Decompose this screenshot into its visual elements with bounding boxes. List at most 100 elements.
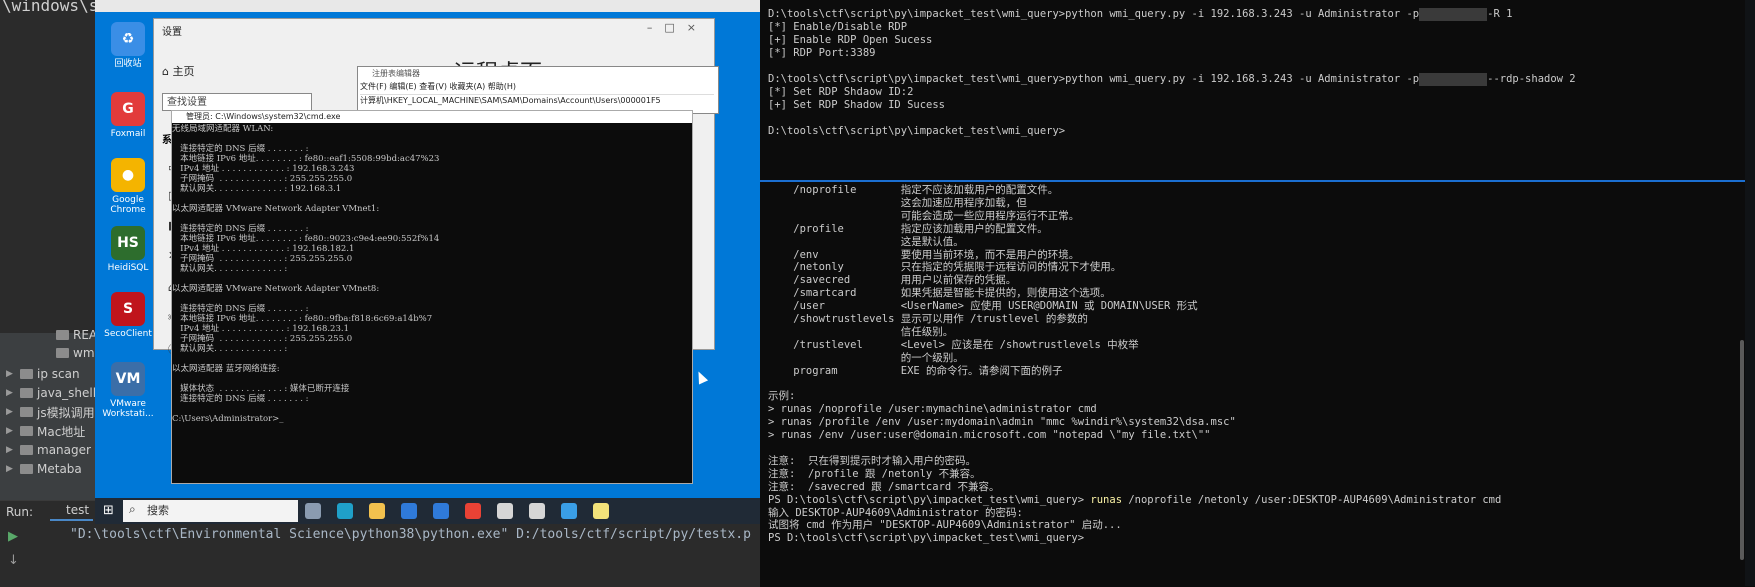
run-tab[interactable]: test [50,503,94,521]
app-icon: HS [111,226,145,260]
regedit-title: 注册表编辑器 [372,69,420,78]
rerun-icon[interactable]: ▶ [8,529,18,544]
tree-item[interactable]: ▶ js模拟调用 [6,402,95,422]
terminal-line: D:\tools\ctf\script\py\impacket_test\wmi… [768,8,1512,21]
chevron-right-icon[interactable]: ▶ [6,407,16,417]
cmd-line: 子网掩码 . . . . . . . . . . . . : 255.255.2… [172,334,353,344]
chevron-right-icon[interactable]: ▶ [6,388,16,398]
taskbar-search-input[interactable]: 搜索 [123,500,298,522]
windows-start-icon[interactable]: ⊞ [103,503,114,518]
terminal-line: 注意: /profile 跟 /netonly 不兼容。 [768,468,981,481]
settings-title: 设置 [162,27,182,38]
registry-editor-window[interactable]: 注册表编辑器 文件(F) 编辑(E) 查看(V) 收藏夹(A) 帮助(H) 计算… [357,66,719,114]
cmd-window[interactable]: 管理员: C:\Windows\system32\cmd.exe 无线局域网适配… [171,110,693,484]
tree-item-label: Metaba [37,462,82,476]
terminal-scrollbar[interactable] [1740,340,1744,560]
desktop-icon[interactable]: ♻ 回收站 [101,22,155,69]
desktop-icon[interactable]: G Foxmail [101,92,155,139]
terminal-bottom-pane[interactable]: /noprofile 指定不应该加载用户的配置文件。 这会加速应用程序加载，但 … [760,182,1745,586]
terminal-text: 注意: /profile 跟 /netonly 不兼容。 [768,467,981,480]
settings-search-input[interactable]: 查找设置 [162,93,312,111]
terminal-text: D:\tools\ctf\script\py\impacket_test\wmi… [768,125,1066,137]
cmd-line: 默认网关. . . . . . . . . . . . . : 192.168.… [172,184,342,194]
terminal-line: D:\tools\ctf\script\py\impacket_test\wmi… [768,125,1065,138]
terminal-text: /trustlevel <Level> 应该是在 /showtrustlevel… [768,338,1139,351]
tree-item[interactable]: wm [56,343,95,363]
chevron-right-icon[interactable]: ▶ [6,445,16,455]
task-view-icon[interactable] [305,503,321,519]
desktop-icon[interactable]: ● Google Chrome [101,158,155,215]
terminal-text: [+] Enable RDP Open Sucess [768,34,933,46]
desktop-icon[interactable]: HS HeidiSQL [101,226,155,273]
explorer-icon[interactable] [369,503,385,519]
terminal-line: /env 要使用当前环境，而不是用户的环境。 [768,249,1079,262]
mail-icon[interactable] [433,503,449,519]
settings-icon[interactable] [497,503,513,519]
tree-item-label: Mac地址 [37,424,86,439]
remote-desktop-window[interactable]: ♻ 回收站 G Foxmail ● Google Chrome HS HeidiSQL S Sec… [95,0,760,524]
terminal-line: [+] Set RDP Shadow ID Sucess [768,99,945,112]
scroll-down-icon[interactable]: ↓ [8,553,19,568]
terminal-line: 示例: [768,390,795,403]
project-tree: REA wm ▶ ip scan ▶ java_shell ▶ js模拟调用 ▶ Mac地址 ▶ ma… [0,328,97,513]
terminal-line: PS D:\tools\ctf\script\py\impacket_test\… [768,494,1501,507]
regedit-menu[interactable]: 文件(F) 编辑(E) 查看(V) 收藏夹(A) 帮助(H) [360,81,516,92]
store-icon[interactable] [401,503,417,519]
terminal-line: /user <UserName> 应使用 USER@DOMAIN 或 DOMAI… [768,300,1197,313]
terminal-line: 的一个级别。 [768,352,964,365]
tree-item-label: js模拟调用 [37,405,95,420]
terminal-line: /smartcard 如果凭据是智能卡提供的，则使用这个选项。 [768,287,1111,300]
settings-home-link[interactable]: ⌂ 主页 [162,63,194,79]
desktop-icon[interactable]: S SecoClient [101,292,155,339]
window-controls[interactable]: –□× [647,21,708,34]
notepad-icon[interactable] [593,503,609,519]
cmd-title: 管理员: C:\Windows\system32\cmd.exe [172,111,692,123]
home-label: 主页 [172,65,195,78]
terminal-line: 这是默认值。 [768,236,964,249]
terminal-line: program EXE 的命令行。请参阅下面的例子 [768,364,1063,378]
mouse-cursor-icon [693,369,709,385]
vscode-icon[interactable] [561,503,577,519]
chevron-right-icon[interactable]: ▶ [6,464,16,474]
terminal-text: /smartcard 如果凭据是智能卡提供的，则使用这个选项。 [768,287,1111,300]
cmd-line: 无线局域网适配器 WLAN: [172,124,274,134]
tree-item-label: java_shell [37,386,97,400]
tree-item[interactable]: ▶ Metaba [6,459,82,479]
tree-item[interactable]: ▶ Mac地址 [6,421,85,441]
terminal-text: 试图将 cmd 作为用户 "DESKTOP-AUP4609\Administra… [768,519,1122,532]
tree-item[interactable]: ▶ java_shell [6,383,96,403]
chevron-right-icon[interactable]: ▶ [6,426,16,436]
terminal-text: PS D:\tools\ctf\script\py\impacket_test\… [768,493,1091,506]
tree-item[interactable]: ▶ ip scan [6,364,80,384]
terminal-text: 的一个级别。 [768,351,964,364]
terminal-line: D:\tools\ctf\script\py\impacket_test\wmi… [768,73,1576,86]
search-icon: ⌕ [129,502,136,516]
run-command-output: "D:\tools\ctf\Environmental Science\pyth… [70,527,751,542]
terminal-text: /env 要使用当前环境，而不是用户的环境。 [768,248,1080,261]
terminal-window[interactable]: D:\tools\ctf\script\py\impacket_test\wmi… [760,0,1755,586]
tree-item[interactable]: REA [56,325,97,345]
tree-item[interactable]: ▶ manager [6,440,91,460]
terminal-text: /noprofile /netonly /user:DESKTOP-AUP460… [1122,493,1502,506]
cmd-icon[interactable] [529,503,545,519]
chrome-icon[interactable] [465,503,481,519]
terminal-text: PS D:\tools\ctf\script\py\impacket_test\… [768,532,1085,545]
terminal-text: D:\tools\ctf\script\py\impacket_test\wmi… [768,8,1420,20]
terminal-line: [*] Set RDP Shdaow ID:2 [768,86,913,99]
chevron-right-icon[interactable]: ▶ [6,369,16,379]
edge-icon[interactable] [337,503,353,519]
regedit-address-bar[interactable]: 计算机\HKEY_LOCAL_MACHINE\SAM\SAM\Domains\A… [360,94,714,106]
terminal-text: /netonly 只在指定的凭据限于远程访问的情况下才使用。 [768,261,1122,274]
app-icon: ● [111,158,145,192]
terminal-line: 信任级别。 [768,326,954,339]
app-icon: G [111,92,145,126]
desktop-icon-label: Foxmail [110,129,146,139]
desktop-icon[interactable]: VM VMware Workstati... [101,362,155,419]
folder-icon [20,388,33,398]
folder-icon [20,369,33,379]
python-file-icon [56,348,69,358]
terminal-text: program EXE 的命令行。请参阅下面的例子 [768,364,1063,377]
terminal-top-pane[interactable]: D:\tools\ctf\script\py\impacket_test\wmi… [760,0,1745,180]
remote-desktop-titlebar [95,0,760,12]
redacted-password [1419,8,1488,21]
